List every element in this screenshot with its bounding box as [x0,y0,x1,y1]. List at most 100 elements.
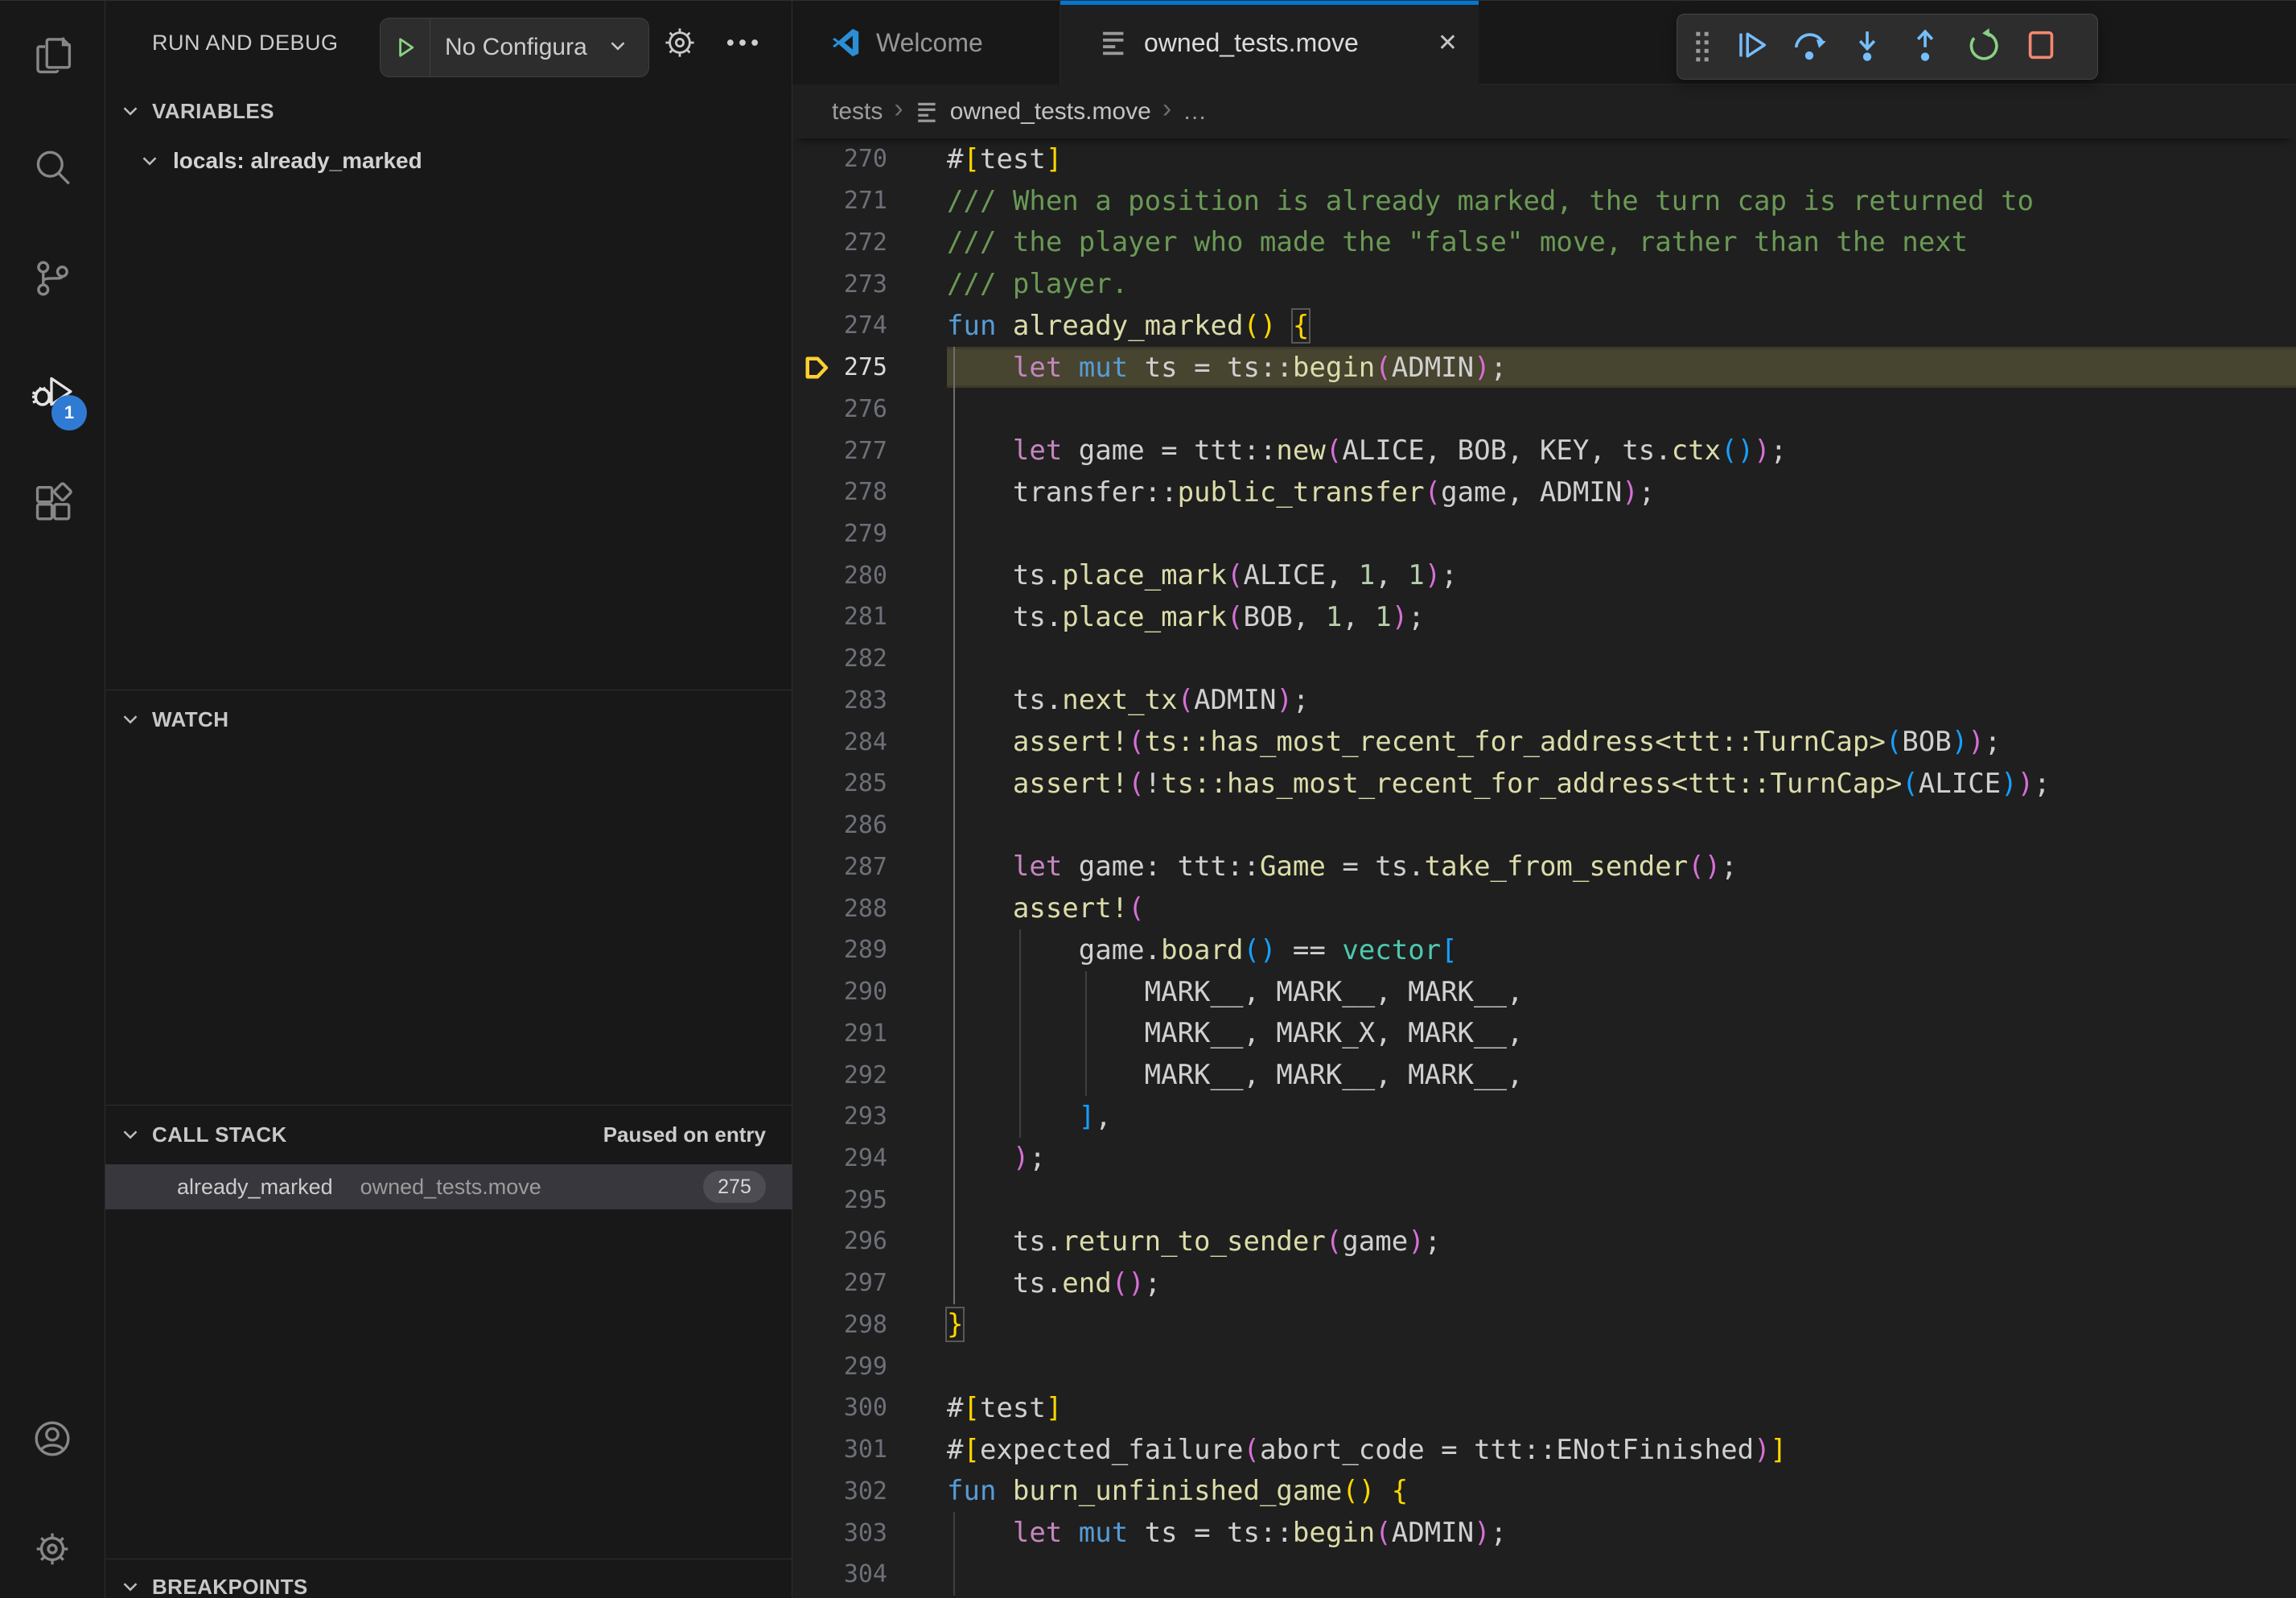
gutter[interactable]: 284 [792,721,947,763]
gutter[interactable]: 274 [792,305,947,347]
code-line-content[interactable] [947,513,2296,555]
line-number[interactable]: 285 [833,769,947,797]
breakpoints-section-header[interactable]: BREAKPOINTS [105,1567,792,1598]
code-line-content[interactable]: game.board() == vector[ [947,929,2296,971]
line-number[interactable]: 290 [833,978,947,1006]
gutter[interactable]: 281 [792,596,947,638]
gutter[interactable]: 286 [792,805,947,846]
line-number[interactable]: 273 [833,270,947,299]
gutter[interactable]: 290 [792,971,947,1013]
line-number[interactable]: 271 [833,187,947,215]
gutter[interactable]: 303 [792,1512,947,1554]
gutter[interactable]: 291 [792,1012,947,1054]
code-line-content[interactable]: ts.place_mark(ALICE, 1, 1); [947,554,2296,596]
gutter[interactable]: 285 [792,763,947,805]
gutter[interactable]: 295 [792,1179,947,1221]
tab-welcome[interactable]: Welcome [792,1,1060,84]
continue-button[interactable] [1722,19,1780,75]
line-number[interactable]: 278 [833,478,947,506]
gutter[interactable]: 275 [792,347,947,389]
line-number[interactable]: 279 [833,520,947,548]
code-line-content[interactable]: ); [947,1138,2296,1180]
gutter[interactable]: 288 [792,888,947,929]
code-line-content[interactable]: ts.next_tx(ADMIN); [947,680,2296,722]
code-line-content[interactable]: fun already_marked() { [947,305,2296,347]
gutter[interactable]: 292 [792,1054,947,1096]
current-line-content[interactable]: let mut ts = ts::begin(ADMIN); [947,347,2296,389]
gutter[interactable]: 278 [792,472,947,513]
code-line-content[interactable] [947,638,2296,680]
step-out-button[interactable] [1896,19,1954,75]
code-line-content[interactable]: fun burn_unfinished_game() { [947,1471,2296,1513]
line-number[interactable]: 293 [833,1102,947,1131]
locals-scope-row[interactable]: locals: already_marked [105,141,792,181]
line-number[interactable]: 282 [833,645,947,673]
gutter[interactable]: 294 [792,1138,947,1180]
code-line-content[interactable] [947,1554,2296,1596]
activity-item-run-and-debug[interactable]: 1 [0,364,105,422]
code-line-content[interactable]: let game = ttt::new(ALICE, BOB, KEY, ts.… [947,430,2296,472]
tab-owned-tests-move[interactable]: owned_tests.move✕ [1060,1,1479,84]
line-number[interactable]: 276 [833,395,947,423]
line-number[interactable]: 275 [833,353,947,381]
code-line-content[interactable]: } [947,1304,2296,1346]
activity-item-settings[interactable] [0,1522,105,1579]
gutter[interactable]: 293 [792,1096,947,1138]
line-number[interactable]: 298 [833,1311,947,1339]
code-line-content[interactable] [947,1179,2296,1221]
line-number[interactable]: 287 [833,853,947,881]
gutter[interactable]: 276 [792,388,947,430]
code-line-content[interactable]: #[expected_failure(abort_code = ttt::ENo… [947,1429,2296,1471]
gutter[interactable]: 282 [792,638,947,680]
code-line-content[interactable]: #[test] [947,138,2296,180]
code-line-content[interactable]: transfer::public_transfer(game, ADMIN); [947,472,2296,513]
code-line-content[interactable]: assert!(ts::has_most_recent_for_address<… [947,721,2296,763]
code-editor[interactable]: 270#[test]271/// When a position is alre… [792,138,2296,1598]
line-number[interactable]: 289 [833,936,947,964]
line-number[interactable]: 281 [833,603,947,631]
gutter[interactable]: 302 [792,1471,947,1513]
gutter[interactable]: 283 [792,680,947,722]
close-icon[interactable]: ✕ [1438,29,1458,57]
code-line-content[interactable]: MARK__, MARK__, MARK__, [947,971,2296,1013]
watch-section-header[interactable]: WATCH [105,699,792,739]
breadcrumb-item[interactable]: tests [832,98,883,126]
line-number[interactable]: 277 [833,437,947,465]
restart-button[interactable] [1954,19,2012,75]
line-number[interactable]: 301 [833,1435,947,1464]
breadcrumb-item[interactable]: owned_tests.move [950,98,1151,126]
line-number[interactable]: 303 [833,1519,947,1547]
code-line-content[interactable]: let mut ts = ts::begin(ADMIN); [947,1512,2296,1554]
start-debug-icon[interactable] [381,19,430,76]
activity-item-extensions[interactable] [0,476,105,533]
code-line-content[interactable] [947,1345,2296,1387]
line-number[interactable]: 304 [833,1560,947,1588]
gutter[interactable]: 289 [792,929,947,971]
code-line-content[interactable]: /// When a position is already marked, t… [947,180,2296,222]
call-stack-frame[interactable]: already_marked owned_tests.move 275 [105,1164,792,1209]
gutter[interactable]: 273 [792,263,947,305]
step-into-button[interactable] [1838,19,1896,75]
line-number[interactable]: 270 [833,145,947,173]
gutter[interactable]: 304 [792,1554,947,1596]
activity-item-account[interactable] [0,1411,105,1469]
line-number[interactable]: 288 [833,895,947,923]
gutter[interactable]: 287 [792,846,947,888]
code-line-content[interactable]: ts.end(); [947,1262,2296,1304]
code-line-content[interactable]: /// the player who made the "false" move… [947,221,2296,263]
gutter[interactable]: 270 [792,138,947,180]
line-number[interactable]: 296 [833,1227,947,1255]
breadcrumb-item[interactable]: … [1183,98,1207,126]
line-number[interactable]: 295 [833,1186,947,1214]
code-line-content[interactable]: #[test] [947,1387,2296,1429]
line-number[interactable]: 292 [833,1061,947,1089]
line-number[interactable]: 300 [833,1394,947,1422]
call-stack-section-header[interactable]: CALL STACK Paused on entry [105,1114,792,1155]
gutter[interactable]: 300 [792,1387,947,1429]
line-number[interactable]: 302 [833,1477,947,1505]
code-line-content[interactable]: assert!( [947,888,2296,929]
step-over-button[interactable] [1780,19,1838,75]
line-number[interactable]: 283 [833,686,947,715]
gutter[interactable]: 297 [792,1262,947,1304]
line-number[interactable]: 280 [833,562,947,590]
